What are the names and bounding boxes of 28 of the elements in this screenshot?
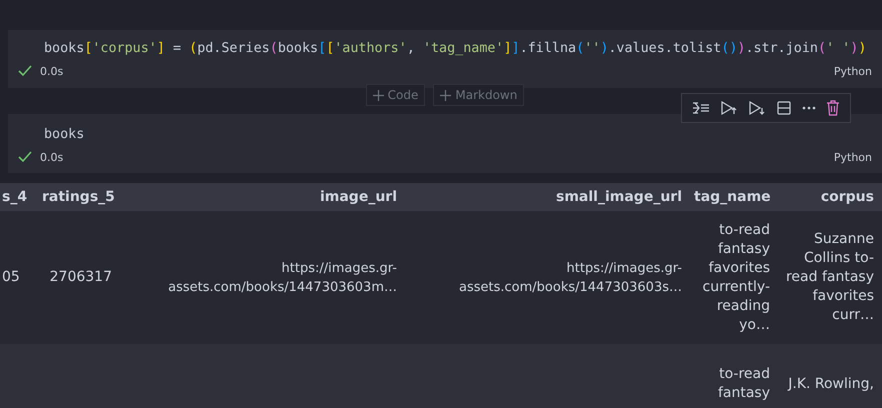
plus-icon [440,90,452,100]
delete-icon[interactable] [826,100,840,116]
table-cell: https://images.gr-assets.com/books/1447303603s… [459,260,682,294]
column-header: corpus [820,189,874,205]
table-cell: to-read fantasy favorites currently-reading yo… [702,222,770,332]
code-line: books['corpus'] = (pd.Series(books[['authors', 'tag_name']].fillna('').values.tolist()).str.join(' ')) [44,40,868,58]
execution-time: 0.0s [40,64,64,78]
column-header: small_image_url [556,189,682,205]
column-header: ratings_5 [42,189,115,205]
language-label[interactable]: Python [834,64,872,78]
table-cell: 2706317 [50,269,112,285]
plus-icon [372,90,384,100]
language-label[interactable]: Python [834,150,872,164]
table-cell: to-read fantasy [718,366,770,401]
split-cell-icon[interactable] [776,100,792,116]
execution-time: 0.0s [40,150,64,164]
more-icon[interactable] [802,106,816,110]
code-line: books [44,126,86,144]
run-by-line-icon[interactable] [692,101,710,115]
table-cell: Suzanne Collins to-read fantasy favorites curr… [786,231,874,323]
run-above-icon[interactable] [720,100,738,116]
column-header: s_4 [2,189,28,205]
table-cell: https://images.gr-assets.com/books/1447303603m… [168,260,397,294]
table-cell: 05 [2,269,20,285]
table-cell: J.K. Rowling, [788,376,874,392]
column-header: image_url [320,189,397,205]
column-header: tag_name [694,189,771,205]
run-below-icon[interactable] [748,100,766,116]
